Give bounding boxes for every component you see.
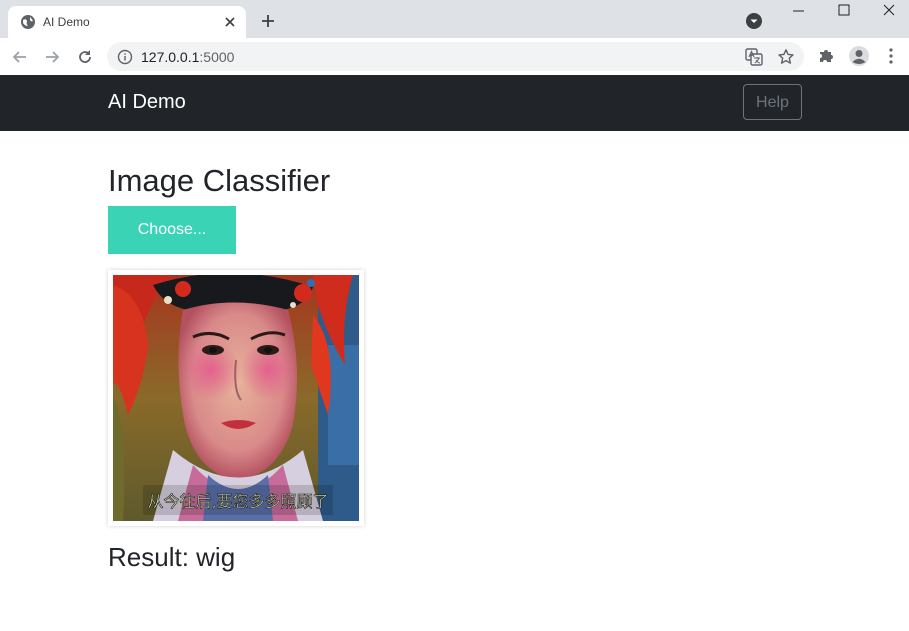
navbar-brand[interactable]: AI Demo — [108, 89, 186, 115]
star-icon[interactable] — [777, 48, 795, 66]
profile-icon[interactable] — [848, 45, 870, 67]
arrow-right-icon[interactable] — [42, 47, 62, 67]
plus-icon[interactable] — [258, 11, 278, 31]
result-text: Result: wig — [108, 542, 236, 572]
site-navbar: AI Demo Help — [0, 75, 909, 131]
close-icon[interactable] — [222, 14, 238, 30]
address-bar[interactable]: 127.0.0.1:5000 — [107, 42, 804, 71]
minimize-icon[interactable] — [776, 0, 822, 30]
browser-titlebar: AI Demo — [0, 0, 909, 38]
image-preview: 从今往后,要您多多照顾了 — [108, 270, 364, 526]
choose-file-button[interactable]: Choose... — [108, 206, 236, 254]
window-close-icon[interactable] — [866, 0, 909, 30]
url-text: 127.0.0.1:5000 — [141, 49, 234, 65]
browser-toolbar: 127.0.0.1:5000 — [0, 38, 909, 76]
arrow-left-icon[interactable] — [10, 47, 30, 67]
uploaded-image: 从今往后,要您多多照顾了 — [113, 275, 359, 521]
page-title: Image Classifier — [108, 163, 331, 198]
puzzle-icon[interactable] — [817, 47, 835, 65]
url-port: :5000 — [199, 49, 235, 65]
browser-tab[interactable]: AI Demo — [8, 6, 246, 38]
translate-icon[interactable] — [745, 48, 763, 66]
tab-search-icon[interactable] — [745, 12, 763, 30]
reload-icon[interactable] — [75, 47, 95, 67]
maximize-icon[interactable] — [821, 0, 867, 30]
url-host: 127.0.0.1 — [141, 49, 200, 65]
globe-icon — [21, 15, 35, 29]
tab-title: AI Demo — [43, 15, 90, 29]
info-icon[interactable] — [117, 49, 133, 65]
kebab-menu-icon[interactable] — [883, 47, 899, 65]
image-subtitle: 从今往后,要您多多照顾了 — [147, 492, 328, 511]
help-button[interactable]: Help — [743, 84, 802, 120]
